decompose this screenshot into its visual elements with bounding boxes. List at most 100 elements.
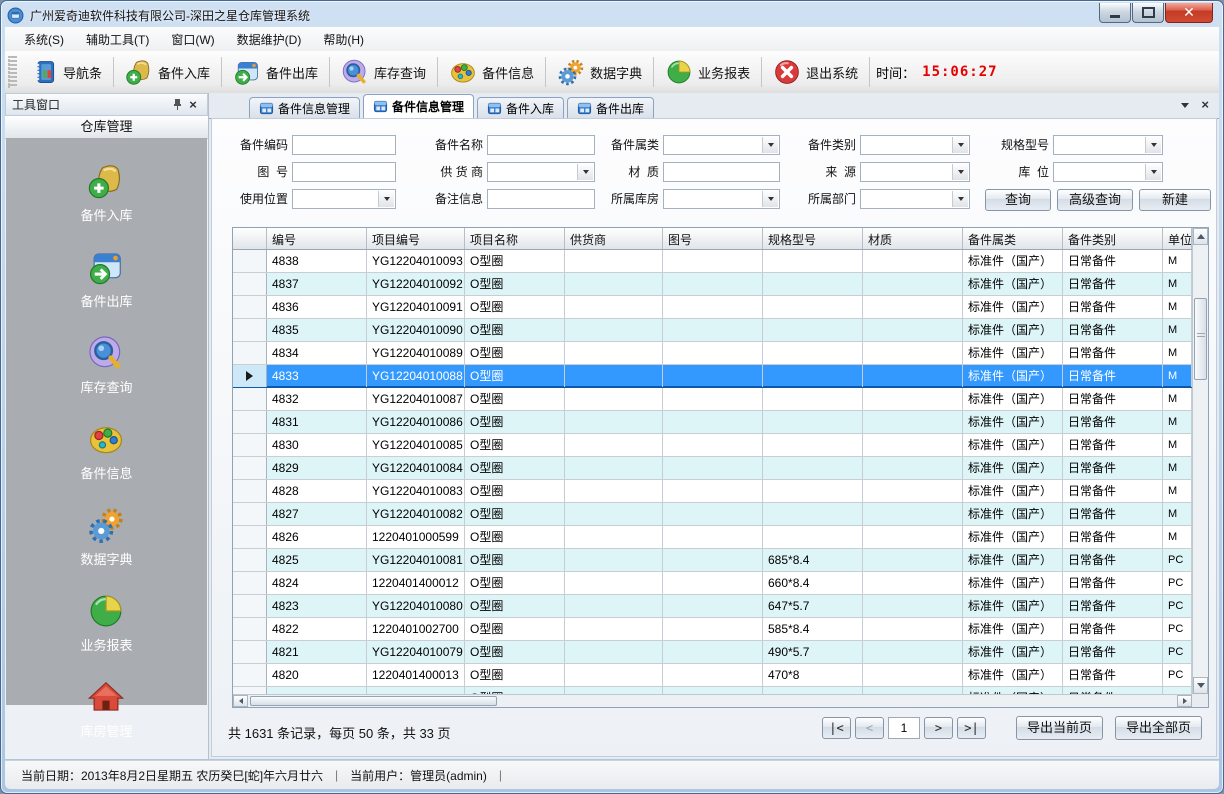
dropdown-arrow-icon[interactable] [952,191,968,207]
grid-column-header[interactable]: 备件类别 [1063,228,1163,249]
toolbar-button-outbound[interactable]: 备件出库 [224,55,327,89]
grid-column-header[interactable]: 项目编号 [367,228,465,249]
form-select[interactable] [292,189,396,209]
dropdown-arrow-icon[interactable] [577,164,593,180]
table-row[interactable]: 4831YG12204010086O型圈标准件（国产）日常备件M [233,411,1208,434]
last-page-button[interactable]: >| [957,717,986,739]
table-row[interactable]: 4838YG12204010093O型圈标准件（国产）日常备件M [233,250,1208,273]
form-input[interactable] [292,135,396,155]
grid-column-header[interactable]: 备件属类 [963,228,1063,249]
table-row[interactable]: 48201220401400013O型圈470*8标准件（国产）日常备件PC [233,664,1208,687]
grid-column-header[interactable]: 项目名称 [465,228,565,249]
grid-column-header[interactable]: 材质 [863,228,963,249]
menu-item-3[interactable]: 数据维护(D) [226,27,313,52]
prev-page-button[interactable]: < [855,717,884,739]
toolbar-grip[interactable] [8,56,17,88]
tool-window-close-button[interactable]: × [185,97,201,112]
grid-column-header[interactable]: 单位 [1163,228,1192,249]
sidebar-item-house[interactable]: 库房管理 [80,678,132,740]
toolbar-button-navbar[interactable]: 导航条 [21,55,111,89]
sidebar-item-report[interactable]: 业务报表 [80,592,132,654]
toolbar-button-info[interactable]: 备件信息 [440,55,543,89]
toolbar-button-inbound[interactable]: 备件入库 [116,55,219,89]
table-row[interactable]: 4828YG12204010083O型圈标准件（国产）日常备件M [233,480,1208,503]
dropdown-arrow-icon[interactable] [762,137,778,153]
form-input[interactable] [487,189,595,209]
next-page-button[interactable]: > [924,717,953,739]
pin-button[interactable] [169,97,185,112]
minimize-button[interactable] [1099,3,1131,23]
scroll-down-button[interactable] [1193,677,1208,694]
table-row[interactable]: 4835YG12204010090O型圈标准件（国产）日常备件M [233,319,1208,342]
form-select[interactable] [663,189,780,209]
tab-0[interactable]: 备件信息管理 [249,97,360,118]
dropdown-arrow-icon[interactable] [952,164,968,180]
toolbar-button-exit[interactable]: 退出系统 [764,55,867,89]
form-input[interactable] [292,162,396,182]
sidebar-item-info[interactable]: 备件信息 [80,420,132,482]
tab-2[interactable]: 备件入库 [477,97,564,118]
dropdown-arrow-icon[interactable] [1145,137,1161,153]
table-row[interactable]: 48261220401000599O型圈标准件（国产）日常备件M [233,526,1208,549]
table-row[interactable]: 4827YG12204010082O型圈标准件（国产）日常备件M [233,503,1208,526]
dropdown-arrow-icon[interactable] [1145,164,1161,180]
tab-3[interactable]: 备件出库 [567,97,654,118]
table-row[interactable]: 4830YG12204010085O型圈标准件（国产）日常备件M [233,434,1208,457]
grid-column-header[interactable]: 供货商 [565,228,663,249]
close-button[interactable]: ✕ [1165,3,1213,23]
export-all-pages-button[interactable]: 导出全部页 [1115,716,1202,740]
form-select[interactable] [1053,135,1163,155]
toolbar-button-query[interactable]: 库存查询 [332,55,435,89]
form-select[interactable] [487,162,595,182]
table-row[interactable]: 4833YG12204010088O型圈标准件（国产）日常备件M [233,365,1208,388]
menu-item-4[interactable]: 帮助(H) [312,27,375,52]
maximize-button[interactable] [1132,3,1164,23]
table-row[interactable]: 4836YG12204010091O型圈标准件（国产）日常备件M [233,296,1208,319]
dropdown-arrow-icon[interactable] [378,191,394,207]
table-row[interactable]: 4829YG12204010084O型圈标准件（国产）日常备件M [233,457,1208,480]
tab-close-icon[interactable]: × [1201,100,1209,110]
scroll-left-button[interactable] [233,695,248,707]
sidebar-item-dict[interactable]: 数据字典 [80,506,132,568]
tab-1-active[interactable]: 备件信息管理 [363,94,474,118]
export-current-page-button[interactable]: 导出当前页 [1016,716,1103,740]
dropdown-arrow-icon[interactable] [762,191,778,207]
table-row[interactable]: 48241220401400012O型圈660*8.4标准件（国产）日常备件PC [233,572,1208,595]
vertical-scroll-thumb[interactable] [1194,298,1207,380]
scroll-up-button[interactable] [1193,228,1208,245]
page-number-input[interactable] [888,717,920,739]
grid-column-header[interactable]: 编号 [267,228,367,249]
table-row[interactable]: 4823YG12204010080O型圈647*5.7标准件（国产）日常备件PC [233,595,1208,618]
sidebar-item-outbound[interactable]: 备件出库 [80,248,132,310]
table-row[interactable]: 48221220401002700O型圈585*8.4标准件（国产）日常备件PC [233,618,1208,641]
table-row[interactable]: 4834YG12204010089O型圈标准件（国产）日常备件M [233,342,1208,365]
form-select[interactable] [663,135,780,155]
toolbar-button-dict[interactable]: 数据字典 [548,55,651,89]
form-input[interactable] [663,162,780,182]
first-page-button[interactable]: |< [822,717,851,739]
table-row[interactable]: 4821YG12204010079O型圈490*5.7标准件（国产）日常备件PC [233,641,1208,664]
form-select[interactable] [860,135,970,155]
horizontal-scrollbar[interactable] [233,694,1192,707]
table-row[interactable]: 4832YG12204010087O型圈标准件（国产）日常备件M [233,388,1208,411]
table-row[interactable]: 4825YG12204010081O型圈685*8.4标准件（国产）日常备件PC [233,549,1208,572]
menu-item-1[interactable]: 辅助工具(T) [75,27,160,52]
dropdown-arrow-icon[interactable] [952,137,968,153]
query-button[interactable]: 查询 [985,189,1051,211]
sidebar-item-inbound[interactable]: 备件入库 [80,162,132,224]
grid-column-header[interactable]: 规格型号 [763,228,863,249]
grid-column-header[interactable]: 图号 [663,228,763,249]
vertical-scrollbar[interactable] [1192,228,1208,694]
table-row[interactable]: 4837YG12204010092O型圈标准件（国产）日常备件M [233,273,1208,296]
form-input[interactable] [487,135,595,155]
form-select[interactable] [860,162,970,182]
sidebar-item-query[interactable]: 库存查询 [80,334,132,396]
toolbar-button-report[interactable]: 业务报表 [656,55,759,89]
horizontal-scroll-thumb[interactable] [250,696,497,706]
menu-item-2[interactable]: 窗口(W) [160,27,225,52]
scroll-right-button[interactable] [1177,695,1192,707]
advanced-query-button[interactable]: 高级查询 [1057,189,1133,211]
form-select[interactable] [860,189,970,209]
tab-list-dropdown-icon[interactable] [1181,103,1189,108]
form-select[interactable] [1053,162,1163,182]
